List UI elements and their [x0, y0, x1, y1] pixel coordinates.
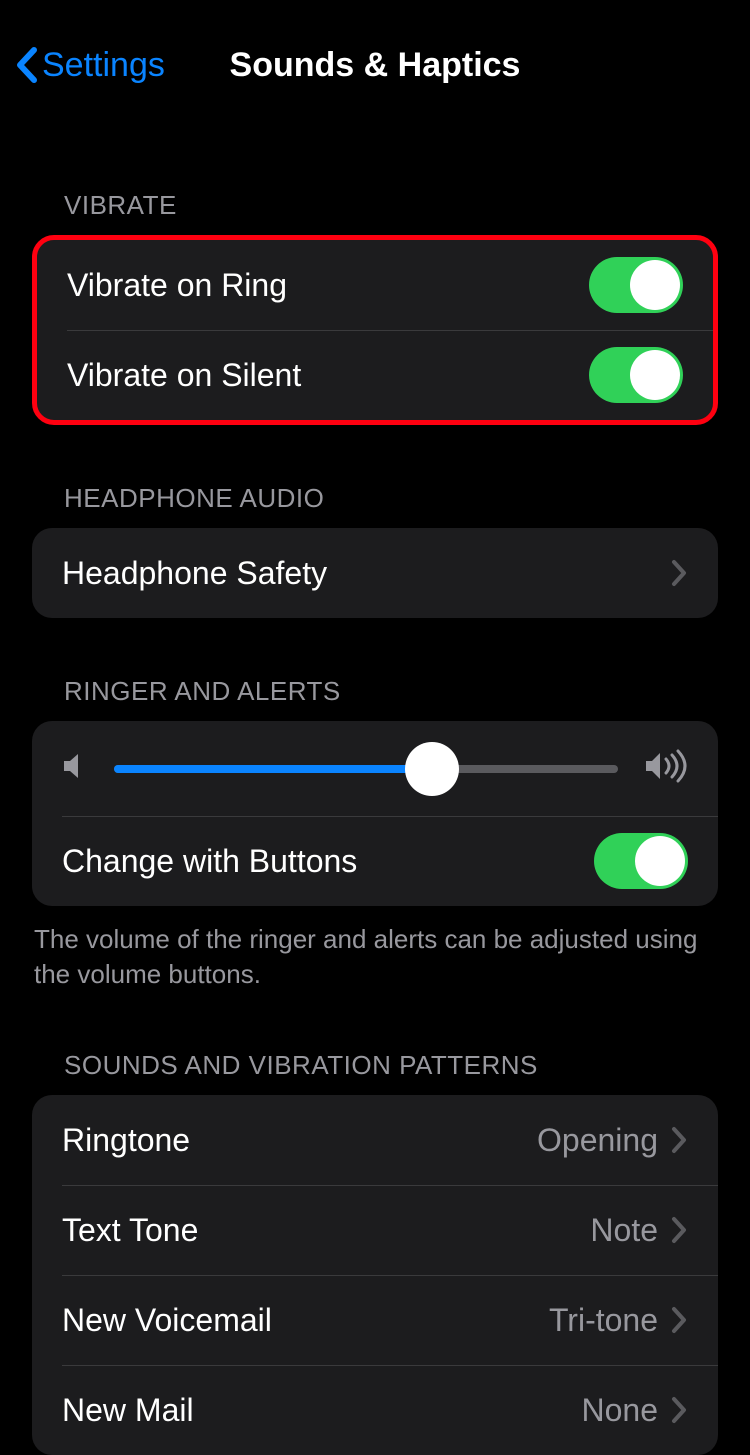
row-label: Ringtone — [62, 1122, 537, 1159]
row-label: Vibrate on Ring — [67, 267, 589, 304]
toggle-vibrate-ring[interactable] — [589, 257, 683, 313]
toggle-knob — [635, 836, 685, 886]
slider-fill — [114, 765, 432, 773]
section-header-sounds: SOUNDS AND VIBRATION PATTERNS — [0, 992, 750, 1095]
row-label: New Mail — [62, 1392, 582, 1429]
speaker-high-icon — [644, 749, 688, 788]
chevron-right-icon — [670, 1125, 688, 1155]
chevron-right-icon — [670, 1215, 688, 1245]
section-header-vibrate: VIBRATE — [0, 130, 750, 235]
row-new-voicemail[interactable]: New Voicemail Tri-tone — [32, 1275, 718, 1365]
row-ringtone[interactable]: Ringtone Opening — [32, 1095, 718, 1185]
content: VIBRATE Vibrate on Ring Vibrate on Silen… — [0, 130, 750, 1455]
group-ringer: Change with Buttons — [32, 721, 718, 906]
row-label: Change with Buttons — [62, 843, 594, 880]
row-headphone-safety[interactable]: Headphone Safety — [32, 528, 718, 618]
row-vibrate-ring[interactable]: Vibrate on Ring — [37, 240, 713, 330]
row-value: Tri-tone — [549, 1302, 658, 1339]
toggle-change-buttons[interactable] — [594, 833, 688, 889]
row-label: Vibrate on Silent — [67, 357, 589, 394]
group-headphone: Headphone Safety — [32, 528, 718, 618]
footer-ringer: The volume of the ringer and alerts can … — [0, 906, 750, 992]
back-button[interactable]: Settings — [14, 46, 165, 85]
page-title: Sounds & Haptics — [230, 46, 521, 85]
toggle-knob — [630, 350, 680, 400]
speaker-low-icon — [62, 751, 88, 786]
section-header-ringer: RINGER AND ALERTS — [0, 618, 750, 721]
row-value: Opening — [537, 1122, 658, 1159]
volume-slider[interactable] — [114, 765, 618, 773]
row-new-mail[interactable]: New Mail None — [32, 1365, 718, 1455]
slider-thumb[interactable] — [405, 742, 459, 796]
row-value: Note — [590, 1212, 658, 1249]
chevron-left-icon — [14, 46, 38, 84]
chevron-right-icon — [670, 1395, 688, 1425]
row-text-tone[interactable]: Text Tone Note — [32, 1185, 718, 1275]
chevron-right-icon — [670, 558, 688, 588]
toggle-knob — [630, 260, 680, 310]
row-change-buttons[interactable]: Change with Buttons — [32, 816, 718, 906]
row-label: Text Tone — [62, 1212, 590, 1249]
group-vibrate: Vibrate on Ring Vibrate on Silent — [32, 235, 718, 425]
row-volume-slider — [32, 721, 718, 816]
row-label: Headphone Safety — [62, 555, 670, 592]
chevron-right-icon — [670, 1305, 688, 1335]
toggle-vibrate-silent[interactable] — [589, 347, 683, 403]
row-value: None — [582, 1392, 659, 1429]
row-label: New Voicemail — [62, 1302, 549, 1339]
navbar: Settings Sounds & Haptics — [0, 0, 750, 130]
group-sounds: Ringtone Opening Text Tone Note New Voic… — [32, 1095, 718, 1455]
back-label: Settings — [42, 46, 165, 85]
section-header-headphone: HEADPHONE AUDIO — [0, 425, 750, 528]
row-vibrate-silent[interactable]: Vibrate on Silent — [37, 330, 713, 420]
